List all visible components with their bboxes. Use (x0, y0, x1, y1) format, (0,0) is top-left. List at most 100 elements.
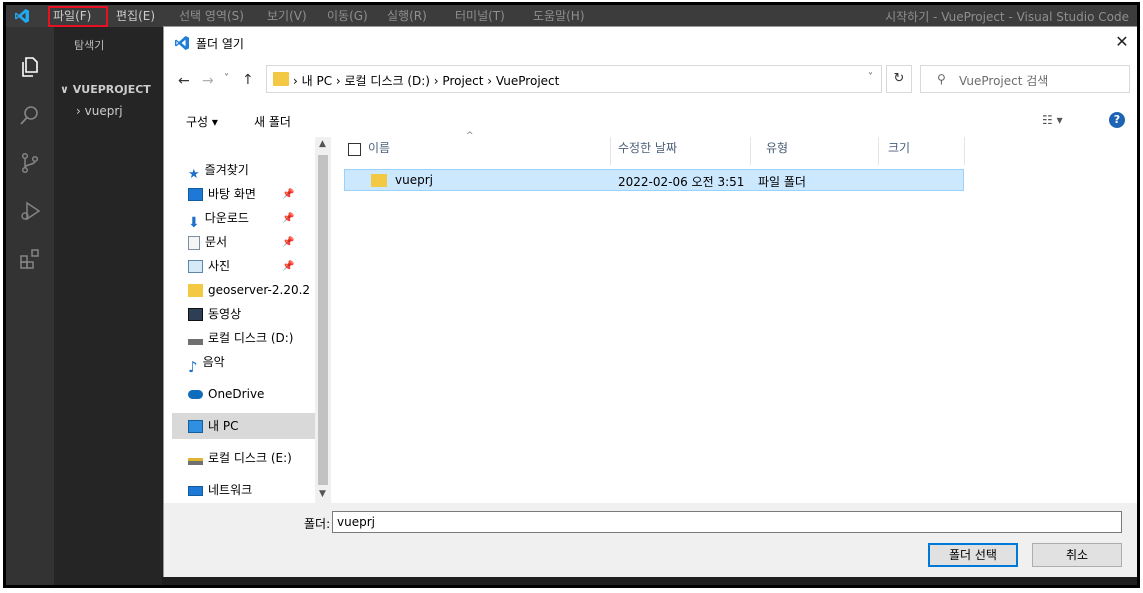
recent-locations-icon[interactable]: ˅ (224, 73, 229, 84)
pin-icon[interactable]: 📌 (282, 189, 294, 200)
extensions-icon[interactable] (18, 247, 42, 271)
nav-item-quick-access[interactable]: ★ 즐겨찾기 (188, 159, 249, 182)
network-icon (188, 485, 203, 496)
chevron-down-icon[interactable]: ˅ (868, 72, 873, 83)
cancel-button[interactable]: 취소 (1032, 543, 1122, 567)
run-debug-icon[interactable] (18, 199, 42, 223)
document-icon (188, 235, 200, 250)
cloud-icon (188, 390, 203, 399)
folder-icon (371, 174, 387, 187)
open-folder-dialog: 폴더 열기 ✕ ← → ˅ ↑ › 내 PC › 로컬 디스크 (D:) › P… (163, 26, 1137, 577)
select-folder-button[interactable]: 폴더 선택 (928, 543, 1018, 567)
nav-item-desktop[interactable]: 바탕 화면 (188, 183, 256, 205)
pin-icon[interactable]: 📌 (282, 237, 294, 248)
table-row[interactable]: vueprj 2022-02-06 오전 3:51 파일 폴더 (344, 169, 964, 191)
nav-label: 바탕 화면 (208, 187, 256, 201)
column-divider[interactable] (610, 137, 611, 165)
search-input[interactable]: ⚲ VueProject 검색 (920, 65, 1130, 93)
new-folder-button[interactable]: 새 폴더 (254, 113, 291, 130)
file-date: 2022-02-06 오전 3:51 (618, 175, 745, 189)
pin-icon[interactable]: 📌 (282, 213, 294, 224)
files-icon[interactable] (18, 55, 42, 79)
menu-edit[interactable]: 편집(E) (113, 8, 158, 25)
computer-icon (188, 420, 203, 433)
scroll-thumb[interactable] (318, 155, 328, 485)
drive-icon (188, 338, 203, 345)
folder-icon (188, 284, 203, 297)
forward-arrow-icon[interactable]: → (202, 73, 214, 89)
nav-label: OneDrive (208, 387, 265, 401)
nav-item-onedrive[interactable]: OneDrive (188, 383, 264, 405)
picture-icon (188, 260, 203, 273)
folder-name-input[interactable]: vueprj (332, 511, 1122, 533)
column-divider[interactable] (964, 137, 965, 165)
nav-label: 음악 (202, 355, 225, 369)
nav-label: 사진 (208, 259, 231, 273)
explorer-folder-label: vueprj (84, 104, 123, 118)
nav-item-this-pc[interactable]: 내 PC (188, 415, 238, 437)
dialog-titlebar: 폴더 열기 ✕ (164, 27, 1137, 57)
up-arrow-icon[interactable]: ↑ (242, 72, 254, 88)
menu-run[interactable]: 실행(R) (384, 8, 430, 25)
file-name: vueprj (395, 173, 433, 187)
nav-item-geoserver[interactable]: geoserver-2.20.2 (188, 279, 310, 301)
star-icon: ★ (188, 167, 200, 182)
organize-button[interactable]: 구성 ▾ (186, 113, 218, 130)
drive-icon (188, 457, 203, 465)
menu-selection[interactable]: 선택 영역(S) (176, 8, 247, 25)
nav-label: 동영상 (208, 307, 242, 321)
scroll-up-icon[interactable]: ▲ (319, 139, 326, 149)
explorer-title: 탐색기 (74, 39, 105, 52)
dialog-title: 폴더 열기 (196, 37, 244, 51)
pin-icon[interactable]: 📌 (282, 261, 294, 272)
select-all-checkbox[interactable] (348, 143, 361, 156)
nav-label: 로컬 디스크 (D:) (208, 331, 294, 345)
close-icon[interactable]: ✕ (1111, 31, 1133, 53)
address-path[interactable]: › 내 PC › 로컬 디스크 (D:) › Project › VueProj… (293, 72, 559, 89)
back-arrow-icon[interactable]: ← (178, 73, 190, 89)
column-header-type[interactable]: 유형 (766, 139, 788, 156)
nav-label: 즐겨찾기 (204, 163, 249, 177)
nav-item-network[interactable]: 네트워크 (188, 479, 252, 501)
menu-help[interactable]: 도움말(H) (530, 8, 588, 25)
nav-scrollbar[interactable]: ▲ ▼ (315, 137, 331, 503)
help-icon[interactable]: ? (1109, 112, 1125, 128)
highlight-box (48, 6, 108, 27)
address-bar[interactable]: › 내 PC › 로컬 디스크 (D:) › Project › VueProj… (266, 65, 882, 93)
view-options-icon[interactable]: ☷ ▾ (1042, 113, 1063, 127)
menu-terminal[interactable]: 터미널(T) (452, 8, 508, 25)
column-header-name[interactable]: 이름 (368, 139, 390, 156)
explorer-sidebar: 탐색기 ∨ VUEPROJECT › vueprj (54, 27, 162, 585)
column-header-date[interactable]: 수정한 날짜 (618, 139, 677, 156)
folder-icon (273, 72, 289, 86)
nav-item-music[interactable]: ♪ 음악 (188, 351, 225, 376)
source-control-icon[interactable] (18, 151, 42, 175)
column-divider[interactable] (750, 137, 751, 165)
nav-label: 내 PC (208, 419, 239, 433)
file-list: ^ 이름 수정한 날짜 유형 크기 vueprj 2022-02-06 오전 3… (336, 131, 1136, 501)
search-icon: ⚲ (937, 72, 946, 86)
nav-item-downloads[interactable]: ⬇ 다운로드 (188, 207, 249, 231)
nav-item-local-disk-e[interactable]: 로컬 디스크 (E:) (188, 447, 292, 469)
column-header-size[interactable]: 크기 (888, 139, 910, 156)
project-section[interactable]: ∨ VUEPROJECT (60, 83, 151, 96)
menu-view[interactable]: 보기(V) (264, 8, 310, 25)
chevron-down-icon: ∨ (60, 83, 73, 96)
nav-item-pictures[interactable]: 사진 (188, 255, 230, 277)
search-icon[interactable] (18, 103, 42, 127)
vscode-logo-icon (15, 9, 29, 23)
nav-label: geoserver-2.20.2 (208, 283, 311, 297)
refresh-icon[interactable]: ↻ (886, 65, 912, 93)
desktop-icon (188, 188, 203, 201)
menu-go[interactable]: 이동(G) (324, 8, 371, 25)
column-divider[interactable] (878, 137, 879, 165)
explorer-folder-item[interactable]: › vueprj (76, 104, 123, 118)
nav-item-documents[interactable]: 문서 (188, 231, 227, 253)
dialog-footer: 폴더: vueprj 폴더 선택 취소 (164, 503, 1137, 577)
nav-item-local-disk-d[interactable]: 로컬 디스크 (D:) (188, 327, 293, 349)
nav-item-videos[interactable]: 동영상 (188, 303, 241, 325)
window-title: 시작하기 - VueProject - Visual Studio Code (885, 10, 1129, 24)
search-placeholder: VueProject 검색 (959, 74, 1049, 88)
scroll-down-icon[interactable]: ▼ (319, 489, 326, 499)
nav-label: 로컬 디스크 (E:) (208, 451, 292, 465)
